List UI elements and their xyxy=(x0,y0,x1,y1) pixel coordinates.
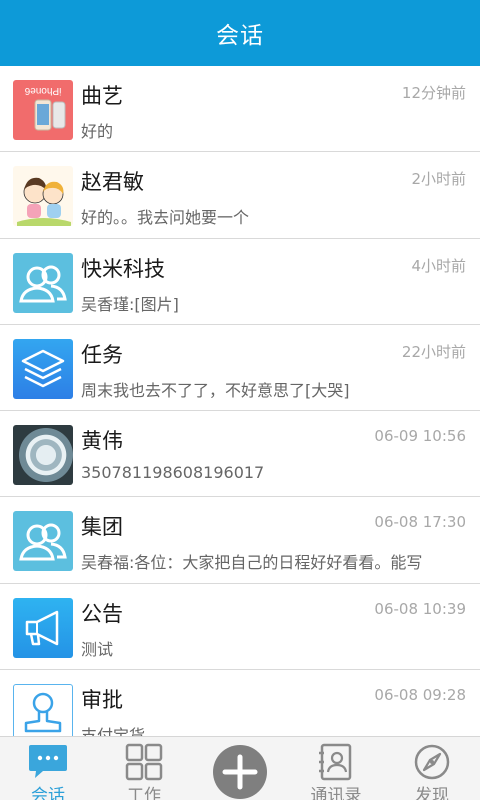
conversation-preview: 好的。。我去问她要一个 xyxy=(81,208,250,228)
compass-icon xyxy=(413,743,451,785)
conversation-name: 公告 xyxy=(81,601,123,626)
conversation-preview: 350781198608196017 xyxy=(81,463,265,483)
conversation-name: 曲艺 xyxy=(81,84,123,108)
conversation-time: 06-08 09:28 xyxy=(374,686,466,705)
conversation-item[interactable]: 集团 06-08 17:30 吴春福:各位：大家把自己的日程好好看看。能写 xyxy=(0,497,480,584)
megaphone-icon xyxy=(13,597,73,658)
conversation-item[interactable]: 公告 06-08 10:39 测试 xyxy=(0,583,480,671)
conversation-list[interactable]: iPhone6 曲艺 12分钟前 好的 赵君敏 2小时前 好的。。我去问她要一个 xyxy=(0,66,480,736)
page-title: 会话 xyxy=(216,23,264,49)
tab-work[interactable]: 工作 xyxy=(96,737,192,800)
conversation-preview: 支付宝货 xyxy=(81,726,146,736)
tab-contacts[interactable]: 通讯录 xyxy=(288,737,384,800)
conversation-preview: 吴香瑾:[图片] xyxy=(81,294,179,314)
tab-discover[interactable]: 发现 xyxy=(384,737,480,800)
conversation-time: 06-09 10:56 xyxy=(374,427,466,446)
conversation-preview: 吴春福:各位：大家把自己的日程好好看看。能写 xyxy=(81,553,423,573)
group-icon xyxy=(13,511,73,572)
conversation-item[interactable]: 审批 06-08 09:28 支付宝货 xyxy=(0,670,480,736)
conversation-name: 任务 xyxy=(81,342,123,367)
group-icon xyxy=(13,252,73,313)
contacts-book-icon xyxy=(317,743,355,785)
conversation-item[interactable]: 赵君敏 2小时前 好的。。我去问她要一个 xyxy=(0,152,480,239)
conversation-item[interactable]: iPhone6 曲艺 12分钟前 好的 xyxy=(0,66,480,153)
avatar-caption: iPhone6 xyxy=(24,85,61,96)
approval-stamp-icon xyxy=(13,684,73,736)
avatar xyxy=(13,425,73,486)
tab-label: 通讯录 xyxy=(310,786,362,800)
conversation-time: 12分钟前 xyxy=(401,84,466,102)
tab-label: 工作 xyxy=(127,786,161,800)
avatar: iPhone6 xyxy=(13,80,73,140)
conversation-item[interactable]: 黄伟 06-09 10:56 350781198608196017 xyxy=(0,411,480,498)
conversation-name: 审批 xyxy=(81,688,123,713)
top-bar: 会话 xyxy=(0,0,480,66)
conversation-time: 22小时前 xyxy=(401,342,466,361)
tab-label: 发现 xyxy=(415,786,449,800)
grid-icon xyxy=(124,743,164,785)
conversation-name: 集团 xyxy=(81,515,123,540)
avatar xyxy=(13,166,73,227)
add-button[interactable] xyxy=(192,737,288,800)
conversation-preview: 测试 xyxy=(81,639,114,659)
conversation-time: 4小时前 xyxy=(411,256,466,275)
conversation-time: 2小时前 xyxy=(411,170,466,189)
layers-icon xyxy=(13,338,73,399)
bottom-tab-bar: 会话 工作 通讯录 发现 xyxy=(0,736,480,800)
tab-conversations[interactable]: 会话 xyxy=(0,737,96,800)
conversation-name: 黄伟 xyxy=(81,429,123,454)
conversation-preview: 周末我也去不了了，不好意思了[大哭] xyxy=(81,380,350,400)
chat-bubble-icon xyxy=(27,743,69,785)
conversation-name: 赵君敏 xyxy=(81,170,144,195)
tab-label: 会话 xyxy=(31,786,65,800)
conversation-item[interactable]: 任务 22小时前 周末我也去不了了，不好意思了[大哭] xyxy=(0,324,480,412)
plus-icon xyxy=(213,745,267,799)
conversation-time: 06-08 17:30 xyxy=(374,513,466,532)
conversation-preview: 好的 xyxy=(81,122,114,141)
conversation-time: 06-08 10:39 xyxy=(374,599,466,618)
conversation-name: 快米科技 xyxy=(81,256,165,281)
conversation-item[interactable]: 快米科技 4小时前 吴香瑾:[图片] xyxy=(0,238,480,325)
